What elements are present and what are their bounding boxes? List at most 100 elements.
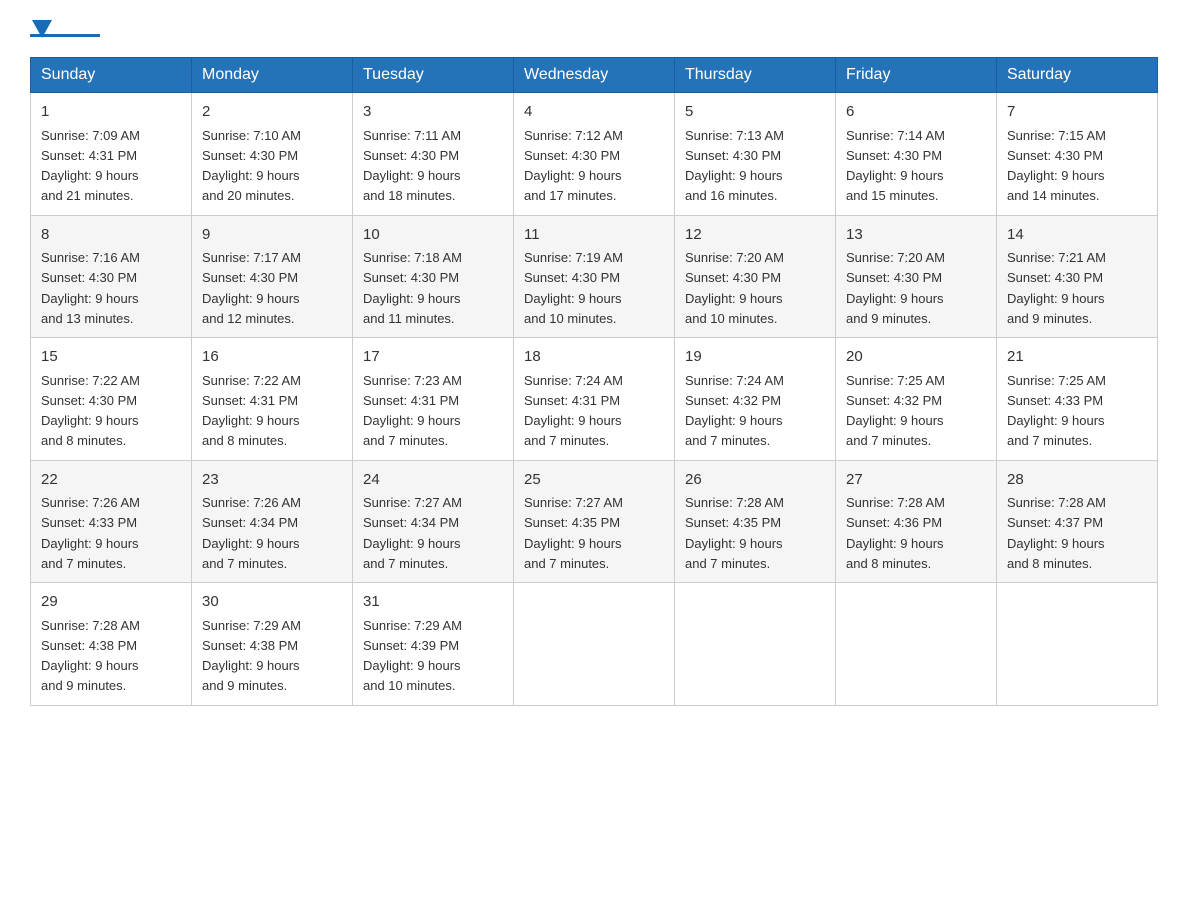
calendar-cell: 15 Sunrise: 7:22 AMSunset: 4:30 PMDaylig… [31, 338, 192, 461]
day-info: Sunrise: 7:24 AMSunset: 4:32 PMDaylight:… [685, 373, 784, 449]
day-number: 14 [1007, 224, 1147, 247]
day-number: 26 [685, 469, 825, 492]
header-row: SundayMondayTuesdayWednesdayThursdayFrid… [31, 58, 1158, 93]
calendar-cell: 12 Sunrise: 7:20 AMSunset: 4:30 PMDaylig… [675, 215, 836, 338]
day-info: Sunrise: 7:28 AMSunset: 4:35 PMDaylight:… [685, 495, 784, 571]
day-number: 29 [41, 591, 181, 614]
calendar-cell: 10 Sunrise: 7:18 AMSunset: 4:30 PMDaylig… [353, 215, 514, 338]
day-number: 5 [685, 101, 825, 124]
day-header-thursday: Thursday [675, 58, 836, 93]
calendar-cell: 4 Sunrise: 7:12 AMSunset: 4:30 PMDayligh… [514, 93, 675, 216]
day-number: 2 [202, 101, 342, 124]
day-info: Sunrise: 7:26 AMSunset: 4:33 PMDaylight:… [41, 495, 140, 571]
calendar-cell: 21 Sunrise: 7:25 AMSunset: 4:33 PMDaylig… [997, 338, 1158, 461]
day-number: 11 [524, 224, 664, 247]
calendar-cell: 17 Sunrise: 7:23 AMSunset: 4:31 PMDaylig… [353, 338, 514, 461]
day-info: Sunrise: 7:16 AMSunset: 4:30 PMDaylight:… [41, 250, 140, 326]
day-info: Sunrise: 7:14 AMSunset: 4:30 PMDaylight:… [846, 128, 945, 204]
calendar-cell [836, 583, 997, 706]
calendar-cell [514, 583, 675, 706]
day-info: Sunrise: 7:27 AMSunset: 4:34 PMDaylight:… [363, 495, 462, 571]
day-header-tuesday: Tuesday [353, 58, 514, 93]
logo [30, 20, 104, 37]
week-row-3: 15 Sunrise: 7:22 AMSunset: 4:30 PMDaylig… [31, 338, 1158, 461]
day-info: Sunrise: 7:28 AMSunset: 4:36 PMDaylight:… [846, 495, 945, 571]
calendar-cell: 8 Sunrise: 7:16 AMSunset: 4:30 PMDayligh… [31, 215, 192, 338]
day-info: Sunrise: 7:24 AMSunset: 4:31 PMDaylight:… [524, 373, 623, 449]
day-number: 18 [524, 346, 664, 369]
logo-underline [30, 34, 100, 37]
day-info: Sunrise: 7:19 AMSunset: 4:30 PMDaylight:… [524, 250, 623, 326]
day-number: 31 [363, 591, 503, 614]
calendar-cell: 5 Sunrise: 7:13 AMSunset: 4:30 PMDayligh… [675, 93, 836, 216]
day-number: 24 [363, 469, 503, 492]
page-header [30, 20, 1158, 37]
calendar-cell: 16 Sunrise: 7:22 AMSunset: 4:31 PMDaylig… [192, 338, 353, 461]
day-info: Sunrise: 7:17 AMSunset: 4:30 PMDaylight:… [202, 250, 301, 326]
day-number: 25 [524, 469, 664, 492]
day-info: Sunrise: 7:29 AMSunset: 4:39 PMDaylight:… [363, 618, 462, 694]
day-info: Sunrise: 7:21 AMSunset: 4:30 PMDaylight:… [1007, 250, 1106, 326]
day-number: 6 [846, 101, 986, 124]
calendar-cell: 11 Sunrise: 7:19 AMSunset: 4:30 PMDaylig… [514, 215, 675, 338]
day-number: 16 [202, 346, 342, 369]
day-number: 23 [202, 469, 342, 492]
calendar-cell [675, 583, 836, 706]
day-number: 8 [41, 224, 181, 247]
day-number: 28 [1007, 469, 1147, 492]
calendar-cell: 6 Sunrise: 7:14 AMSunset: 4:30 PMDayligh… [836, 93, 997, 216]
day-info: Sunrise: 7:25 AMSunset: 4:32 PMDaylight:… [846, 373, 945, 449]
calendar-cell: 3 Sunrise: 7:11 AMSunset: 4:30 PMDayligh… [353, 93, 514, 216]
calendar-table: SundayMondayTuesdayWednesdayThursdayFrid… [30, 57, 1158, 706]
day-number: 13 [846, 224, 986, 247]
day-info: Sunrise: 7:09 AMSunset: 4:31 PMDaylight:… [41, 128, 140, 204]
day-info: Sunrise: 7:22 AMSunset: 4:31 PMDaylight:… [202, 373, 301, 449]
calendar-cell: 20 Sunrise: 7:25 AMSunset: 4:32 PMDaylig… [836, 338, 997, 461]
day-info: Sunrise: 7:27 AMSunset: 4:35 PMDaylight:… [524, 495, 623, 571]
calendar-cell: 2 Sunrise: 7:10 AMSunset: 4:30 PMDayligh… [192, 93, 353, 216]
day-info: Sunrise: 7:28 AMSunset: 4:37 PMDaylight:… [1007, 495, 1106, 571]
day-number: 7 [1007, 101, 1147, 124]
day-number: 1 [41, 101, 181, 124]
day-info: Sunrise: 7:13 AMSunset: 4:30 PMDaylight:… [685, 128, 784, 204]
calendar-cell: 13 Sunrise: 7:20 AMSunset: 4:30 PMDaylig… [836, 215, 997, 338]
day-number: 10 [363, 224, 503, 247]
calendar-cell: 26 Sunrise: 7:28 AMSunset: 4:35 PMDaylig… [675, 460, 836, 583]
day-number: 21 [1007, 346, 1147, 369]
day-number: 17 [363, 346, 503, 369]
calendar-cell: 18 Sunrise: 7:24 AMSunset: 4:31 PMDaylig… [514, 338, 675, 461]
calendar-cell: 24 Sunrise: 7:27 AMSunset: 4:34 PMDaylig… [353, 460, 514, 583]
day-info: Sunrise: 7:20 AMSunset: 4:30 PMDaylight:… [846, 250, 945, 326]
day-info: Sunrise: 7:28 AMSunset: 4:38 PMDaylight:… [41, 618, 140, 694]
day-info: Sunrise: 7:15 AMSunset: 4:30 PMDaylight:… [1007, 128, 1106, 204]
week-row-2: 8 Sunrise: 7:16 AMSunset: 4:30 PMDayligh… [31, 215, 1158, 338]
day-header-monday: Monday [192, 58, 353, 93]
calendar-cell: 27 Sunrise: 7:28 AMSunset: 4:36 PMDaylig… [836, 460, 997, 583]
calendar-cell: 7 Sunrise: 7:15 AMSunset: 4:30 PMDayligh… [997, 93, 1158, 216]
day-info: Sunrise: 7:29 AMSunset: 4:38 PMDaylight:… [202, 618, 301, 694]
calendar-cell: 23 Sunrise: 7:26 AMSunset: 4:34 PMDaylig… [192, 460, 353, 583]
day-info: Sunrise: 7:23 AMSunset: 4:31 PMDaylight:… [363, 373, 462, 449]
week-row-1: 1 Sunrise: 7:09 AMSunset: 4:31 PMDayligh… [31, 93, 1158, 216]
day-info: Sunrise: 7:12 AMSunset: 4:30 PMDaylight:… [524, 128, 623, 204]
calendar-cell: 14 Sunrise: 7:21 AMSunset: 4:30 PMDaylig… [997, 215, 1158, 338]
day-number: 15 [41, 346, 181, 369]
day-number: 4 [524, 101, 664, 124]
day-info: Sunrise: 7:26 AMSunset: 4:34 PMDaylight:… [202, 495, 301, 571]
calendar-cell: 29 Sunrise: 7:28 AMSunset: 4:38 PMDaylig… [31, 583, 192, 706]
calendar-cell [997, 583, 1158, 706]
calendar-cell: 19 Sunrise: 7:24 AMSunset: 4:32 PMDaylig… [675, 338, 836, 461]
day-number: 19 [685, 346, 825, 369]
week-row-4: 22 Sunrise: 7:26 AMSunset: 4:33 PMDaylig… [31, 460, 1158, 583]
day-header-wednesday: Wednesday [514, 58, 675, 93]
day-number: 20 [846, 346, 986, 369]
calendar-cell: 25 Sunrise: 7:27 AMSunset: 4:35 PMDaylig… [514, 460, 675, 583]
day-header-friday: Friday [836, 58, 997, 93]
calendar-cell: 30 Sunrise: 7:29 AMSunset: 4:38 PMDaylig… [192, 583, 353, 706]
calendar-cell: 9 Sunrise: 7:17 AMSunset: 4:30 PMDayligh… [192, 215, 353, 338]
day-info: Sunrise: 7:20 AMSunset: 4:30 PMDaylight:… [685, 250, 784, 326]
day-number: 12 [685, 224, 825, 247]
day-number: 22 [41, 469, 181, 492]
day-info: Sunrise: 7:11 AMSunset: 4:30 PMDaylight:… [363, 128, 461, 204]
day-header-sunday: Sunday [31, 58, 192, 93]
